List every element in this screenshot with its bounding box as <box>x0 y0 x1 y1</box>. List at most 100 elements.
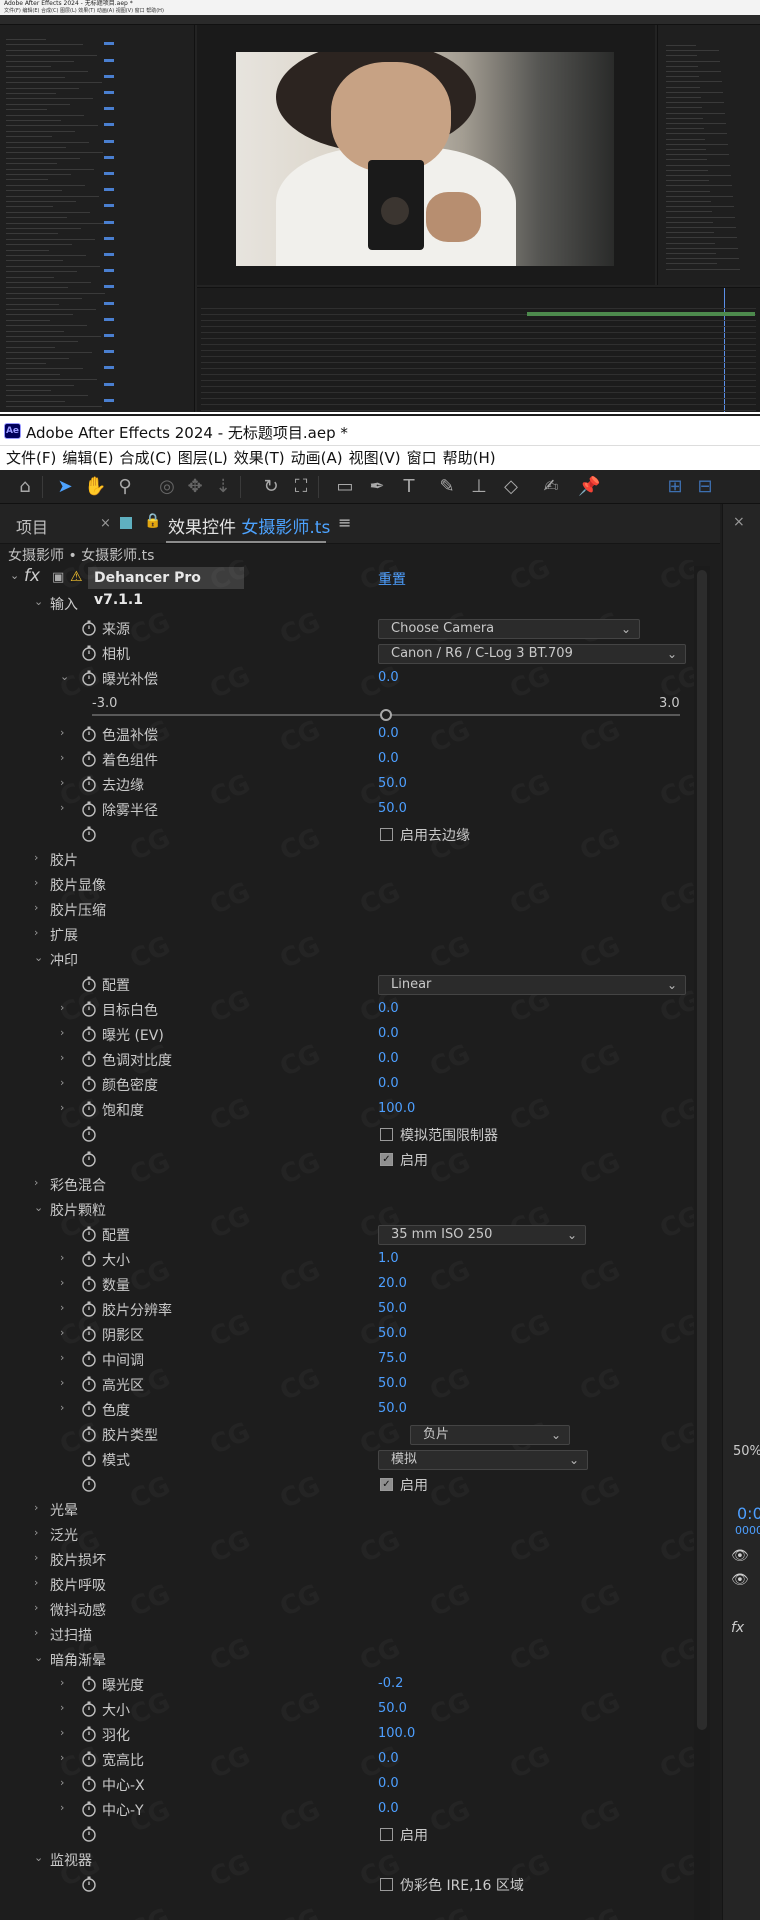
anchor-tool-icon[interactable]: ⛶ <box>290 476 312 498</box>
snapping-icon[interactable]: ⊞ <box>664 476 686 498</box>
stopwatch-icon[interactable] <box>80 1075 98 1093</box>
prop-value[interactable]: 50.0 <box>378 801 407 816</box>
stopwatch-icon[interactable] <box>80 1225 98 1243</box>
chevron-right-icon[interactable]: › <box>34 901 38 914</box>
grain-enable-checkbox[interactable]: ✓ <box>380 1478 393 1491</box>
stopwatch-icon[interactable] <box>80 1675 98 1693</box>
chevron-right-icon[interactable]: › <box>34 1551 38 1564</box>
section-bloom[interactable]: › 泛光 <box>0 1523 694 1548</box>
prop-value[interactable]: 0.0 <box>378 1801 399 1816</box>
close-icon[interactable]: × <box>733 514 745 530</box>
chevron-right-icon[interactable]: › <box>60 1376 64 1389</box>
chevron-right-icon[interactable]: › <box>60 1026 64 1039</box>
range-limiter-checkbox[interactable] <box>380 1128 393 1141</box>
section-print[interactable]: ⌄ 冲印 <box>0 948 694 973</box>
chevron-right-icon[interactable]: › <box>34 1626 38 1639</box>
section-monitor[interactable]: ⌄ 监视器 <box>0 1848 694 1873</box>
film-type-dropdown[interactable]: 负片 ⌄ <box>410 1425 570 1445</box>
selection-tool-icon[interactable]: ➤ <box>54 476 76 498</box>
section-film[interactable]: › 胶片 <box>0 848 694 873</box>
stopwatch-icon[interactable] <box>80 1350 98 1368</box>
lock-icon[interactable]: 🔒 <box>144 513 161 529</box>
prop-value[interactable]: 0.0 <box>378 670 399 685</box>
prop-value[interactable]: 0.0 <box>378 1001 399 1016</box>
scrollbar-thumb[interactable] <box>697 570 707 1730</box>
vignette-enable-checkbox[interactable] <box>380 1828 393 1841</box>
stopwatch-icon[interactable] <box>80 1300 98 1318</box>
fx-toggle-icon[interactable]: fx <box>24 566 40 586</box>
eye-icon[interactable]: 👁 <box>731 1572 749 1588</box>
menu-effect[interactable]: 效果(T) <box>234 446 285 470</box>
stopwatch-icon[interactable] <box>80 1375 98 1393</box>
stopwatch-icon[interactable] <box>80 644 98 662</box>
stopwatch-icon[interactable] <box>80 1000 98 1018</box>
grain-config-dropdown[interactable]: 35 mm ISO 250 ⌄ <box>378 1225 586 1245</box>
stopwatch-icon[interactable] <box>80 1725 98 1743</box>
zoom-tool-icon[interactable]: ⚲ <box>114 476 136 498</box>
menu-help[interactable]: 帮助(H) <box>443 446 496 470</box>
stopwatch-icon[interactable] <box>80 1775 98 1793</box>
prop-value[interactable]: 0.0 <box>378 1776 399 1791</box>
chevron-right-icon[interactable]: › <box>34 876 38 889</box>
menu-animation[interactable]: 动画(A) <box>291 446 343 470</box>
prop-value[interactable]: 0.0 <box>378 1751 399 1766</box>
stopwatch-icon[interactable] <box>80 1400 98 1418</box>
stopwatch-icon[interactable] <box>80 750 98 768</box>
prop-value[interactable]: 0.0 <box>378 726 399 741</box>
stopwatch-icon[interactable] <box>80 775 98 793</box>
hand-tool-icon[interactable]: ✋ <box>84 476 106 498</box>
stopwatch-icon[interactable] <box>80 1050 98 1068</box>
chevron-right-icon[interactable]: › <box>60 1401 64 1414</box>
chevron-right-icon[interactable]: › <box>60 1301 64 1314</box>
rectangle-tool-icon[interactable]: ▭ <box>334 476 356 498</box>
chevron-down-icon[interactable]: ⌄ <box>34 1851 43 1864</box>
grain-mode-dropdown[interactable]: 模拟 ⌄ <box>378 1450 588 1470</box>
chevron-right-icon[interactable]: › <box>60 1776 64 1789</box>
section-grain[interactable]: ⌄ 胶片颗粒 <box>0 1198 694 1223</box>
stopwatch-icon[interactable] <box>80 1325 98 1343</box>
chevron-right-icon[interactable]: › <box>34 926 38 939</box>
clone-stamp-icon[interactable]: ⊥ <box>468 476 490 498</box>
prop-value[interactable]: 0.0 <box>378 1026 399 1041</box>
stopwatch-icon[interactable] <box>80 1425 98 1443</box>
chevron-right-icon[interactable]: › <box>34 1576 38 1589</box>
chevron-right-icon[interactable]: › <box>60 1051 64 1064</box>
prop-value[interactable]: 100.0 <box>378 1726 415 1741</box>
section-vignette[interactable]: ⌄ 暗角渐晕 <box>0 1648 694 1673</box>
menu-layer[interactable]: 图层(L) <box>178 446 228 470</box>
chevron-right-icon[interactable]: › <box>60 1726 64 1739</box>
stopwatch-icon[interactable] <box>80 975 98 993</box>
stopwatch-icon[interactable] <box>80 1250 98 1268</box>
reset-link[interactable]: 重置 <box>378 569 406 589</box>
section-gate-weave[interactable]: › 微抖动感 <box>0 1598 694 1623</box>
stopwatch-icon[interactable] <box>80 1825 98 1843</box>
chevron-right-icon[interactable]: › <box>60 751 64 764</box>
prop-value[interactable]: 75.0 <box>378 1351 407 1366</box>
warning-icon[interactable]: ⚠ <box>70 569 83 585</box>
prop-value[interactable]: 0.0 <box>378 1076 399 1091</box>
menu-edit[interactable]: 编辑(E) <box>62 446 113 470</box>
chevron-right-icon[interactable]: › <box>60 726 64 739</box>
brush-tool-icon[interactable]: ✎ <box>436 476 458 498</box>
align-icon[interactable]: ⊟ <box>694 476 716 498</box>
pen-tool-icon[interactable]: ✒ <box>366 476 388 498</box>
scrollbar[interactable] <box>694 566 710 1920</box>
panel-menu-icon[interactable]: ≡ <box>338 513 351 532</box>
chevron-right-icon[interactable]: › <box>60 1101 64 1114</box>
stopwatch-icon[interactable] <box>80 800 98 818</box>
prop-value[interactable]: 50.0 <box>378 776 407 791</box>
pan-camera-icon[interactable]: ✥ <box>184 476 206 498</box>
stopwatch-icon[interactable] <box>80 619 98 637</box>
prop-value[interactable]: 1.0 <box>378 1251 399 1266</box>
zoom-level[interactable]: 50% <box>733 1444 760 1459</box>
tab-project[interactable]: 项目 <box>16 514 48 538</box>
section-damage[interactable]: › 胶片损坏 <box>0 1548 694 1573</box>
prop-value[interactable]: 0.0 <box>378 751 399 766</box>
prop-value[interactable]: -0.2 <box>378 1676 403 1691</box>
chevron-right-icon[interactable]: › <box>60 1701 64 1714</box>
section-breath[interactable]: › 胶片呼吸 <box>0 1573 694 1598</box>
section-halation[interactable]: › 光晕 <box>0 1498 694 1523</box>
chevron-down-icon[interactable]: ⌄ <box>10 569 19 582</box>
menu-window[interactable]: 窗口 <box>407 446 437 470</box>
exposure-slider[interactable]: -3.0 3.0 <box>0 692 694 721</box>
